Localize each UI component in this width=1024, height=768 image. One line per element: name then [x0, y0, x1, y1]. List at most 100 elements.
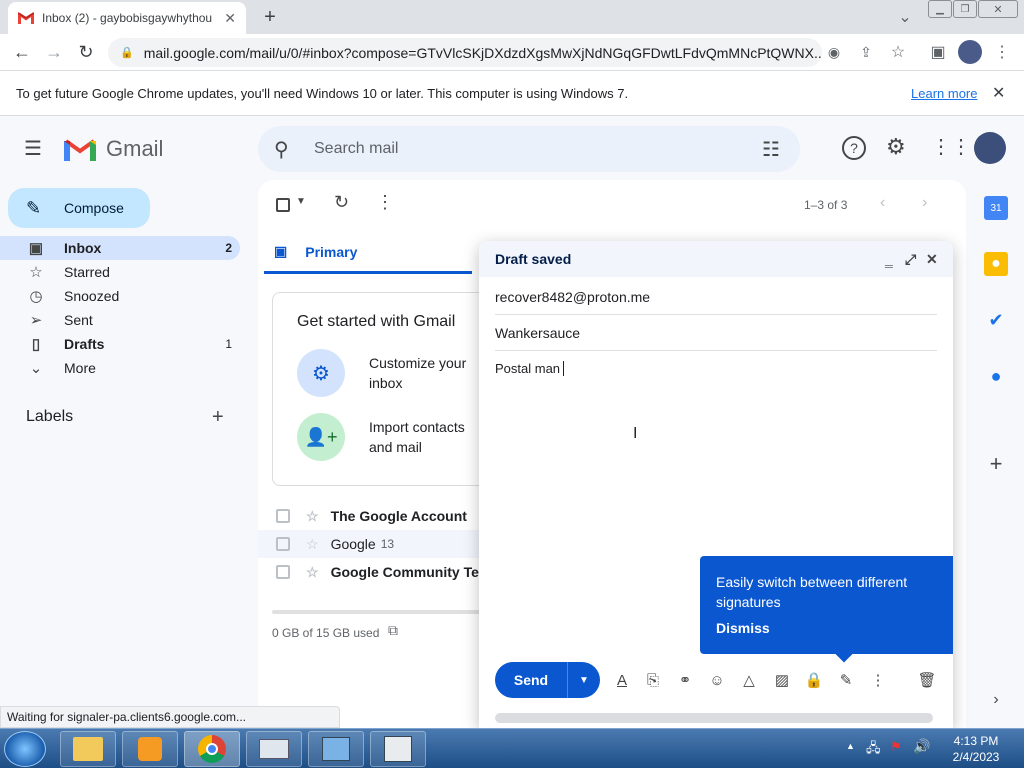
- prev-page-icon[interactable]: ‹: [880, 194, 885, 212]
- attach-file-icon[interactable]: ⎘: [641, 668, 665, 692]
- formatting-options-icon[interactable]: A: [610, 668, 634, 692]
- dismiss-button[interactable]: Dismiss: [716, 618, 937, 638]
- contacts-icon[interactable]: ●: [984, 364, 1008, 388]
- main-menu-icon[interactable]: ☰: [24, 136, 48, 160]
- signature-pen-icon[interactable]: ✎: [834, 668, 858, 692]
- refresh-icon[interactable]: ↻: [334, 192, 349, 213]
- sidebar-item-starred[interactable]: ☆ Starred: [0, 260, 240, 284]
- infobar-close-icon[interactable]: ✕: [992, 83, 1005, 103]
- help-icon[interactable]: ?: [842, 136, 866, 160]
- close-icon[interactable]: ✕: [926, 251, 938, 268]
- bookmark-star-icon[interactable]: ☆: [886, 40, 910, 64]
- chrome-menu-icon[interactable]: ⋮: [990, 40, 1014, 64]
- gmail-favicon-icon: [18, 12, 34, 24]
- mouse-ibeam-icon: I: [633, 425, 638, 442]
- side-panel-icon[interactable]: ▣: [926, 40, 950, 64]
- learn-more-link[interactable]: Learn more: [911, 86, 977, 101]
- star-icon[interactable]: ☆: [306, 536, 319, 553]
- inbox-tab-icon: ▣: [274, 243, 288, 259]
- confidential-mode-icon[interactable]: 🔒: [802, 668, 826, 692]
- settings-gear-icon[interactable]: ⚙: [886, 134, 906, 160]
- tray-expand-icon[interactable]: ▲: [846, 741, 855, 751]
- share-icon[interactable]: ⇪: [854, 40, 878, 64]
- insert-photo-icon[interactable]: ▨: [770, 668, 794, 692]
- gmail-m-icon: [64, 139, 96, 161]
- body-text: Postal man: [495, 361, 561, 376]
- minimize-icon[interactable]: ▁: [928, 0, 952, 18]
- search-options-icon[interactable]: ☷: [762, 137, 780, 162]
- new-tab-icon[interactable]: +: [258, 5, 282, 29]
- body-editor[interactable]: Postal man: [495, 361, 937, 551]
- sidebar-item-inbox[interactable]: ▣ Inbox 2: [0, 236, 240, 260]
- media-player-taskbar-button[interactable]: [122, 731, 178, 767]
- get-addons-icon[interactable]: +: [984, 451, 1008, 476]
- get-started-card: Get started with Gmail ⚙ Customize your …: [272, 292, 492, 486]
- email-row[interactable]: ☆ The Google Account: [258, 502, 488, 530]
- restore-icon[interactable]: ❐: [953, 0, 977, 18]
- search-input[interactable]: Search mail: [314, 140, 398, 158]
- control-panel-taskbar-button[interactable]: [308, 731, 364, 767]
- add-label-icon[interactable]: +: [212, 406, 224, 429]
- open-external-icon[interactable]: ⧉: [388, 622, 398, 639]
- chrome-taskbar-button[interactable]: [184, 731, 240, 767]
- show-side-panel-icon[interactable]: ›: [984, 688, 1008, 712]
- sidebar-item-more[interactable]: ⌄ More: [0, 356, 240, 380]
- network-icon[interactable]: 🖧: [866, 739, 881, 761]
- search-bar[interactable]: ⚲ Search mail ☷: [258, 126, 800, 172]
- row-checkbox[interactable]: [276, 537, 290, 551]
- emoji-icon[interactable]: ☺: [705, 668, 729, 692]
- task-import[interactable]: 👤+ Import contacts and mail: [297, 413, 465, 461]
- address-bar[interactable]: 🔒 mail.google.com/mail/u/0/#inbox?compos…: [108, 38, 822, 67]
- window-close-icon[interactable]: ✕: [978, 0, 1018, 18]
- compose-button[interactable]: ✎ Compose: [8, 188, 150, 228]
- google-drive-icon[interactable]: △: [737, 668, 761, 692]
- insert-link-icon[interactable]: ⚭: [673, 668, 697, 692]
- subject-field[interactable]: Wankersauce: [495, 315, 937, 351]
- document-taskbar-button[interactable]: [370, 731, 426, 767]
- compose-header[interactable]: Draft saved ‗ ⤢ ✕: [479, 241, 953, 277]
- discard-draft-icon[interactable]: 🗑: [915, 668, 939, 692]
- task-customize[interactable]: ⚙ Customize your inbox: [297, 349, 466, 397]
- star-icon[interactable]: ☆: [306, 564, 319, 581]
- sidebar-item-snoozed[interactable]: ◷ Snoozed: [0, 284, 240, 308]
- browser-tab[interactable]: Inbox (2) - gaybobisgaywhythou ✕: [8, 2, 246, 34]
- account-avatar[interactable]: [974, 132, 1006, 164]
- clock[interactable]: 4:13 PM 2/4/2023: [940, 733, 1012, 765]
- tab-close-icon[interactable]: ✕: [224, 10, 236, 27]
- action-center-icon[interactable]: ⚑: [890, 739, 902, 755]
- row-checkbox[interactable]: [276, 509, 290, 523]
- tasks-icon[interactable]: ✔: [984, 308, 1008, 332]
- back-icon[interactable]: ←: [10, 40, 34, 64]
- profile-avatar[interactable]: [958, 40, 982, 64]
- keyboard-taskbar-button[interactable]: [246, 731, 302, 767]
- eye-icon[interactable]: ◉: [822, 40, 846, 64]
- email-row[interactable]: ☆ Google Community Te: [258, 558, 488, 586]
- keep-icon[interactable]: ●: [984, 252, 1008, 276]
- forward-icon[interactable]: →: [42, 40, 66, 64]
- calendar-icon[interactable]: 31: [984, 196, 1008, 220]
- select-dropdown-icon[interactable]: ▼: [296, 196, 306, 207]
- more-options-icon[interactable]: ⋮: [866, 668, 890, 692]
- start-orb-icon[interactable]: [4, 731, 46, 767]
- send-options-icon[interactable]: ▼: [567, 662, 600, 698]
- star-icon[interactable]: ☆: [306, 508, 319, 525]
- sidebar-item-drafts[interactable]: ▯ Drafts 1: [0, 332, 240, 356]
- expand-icon[interactable]: ⤢: [905, 251, 916, 268]
- apps-grid-icon[interactable]: ⋮⋮: [931, 134, 971, 159]
- sidebar-item-sent[interactable]: ➢ Sent: [0, 308, 240, 332]
- select-all-checkbox[interactable]: [276, 198, 290, 212]
- email-row[interactable]: ☆ Google 13: [258, 530, 488, 558]
- search-icon[interactable]: ⚲: [274, 137, 289, 162]
- row-checkbox[interactable]: [276, 565, 290, 579]
- minimize-icon[interactable]: ‗: [885, 251, 893, 267]
- more-actions-icon[interactable]: ⋮: [376, 192, 394, 213]
- volume-icon[interactable]: 🔊: [913, 738, 930, 755]
- tab-primary[interactable]: ▣ Primary: [264, 232, 472, 274]
- to-field[interactable]: recover8482@proton.me: [495, 279, 937, 315]
- next-page-icon[interactable]: ›: [922, 194, 927, 212]
- reload-icon[interactable]: ↻: [74, 40, 98, 64]
- send-button[interactable]: Send ▼: [495, 662, 600, 698]
- horizontal-scrollbar[interactable]: [495, 713, 933, 723]
- tab-search-icon[interactable]: ⌄: [893, 5, 917, 29]
- explorer-taskbar-button[interactable]: [60, 731, 116, 767]
